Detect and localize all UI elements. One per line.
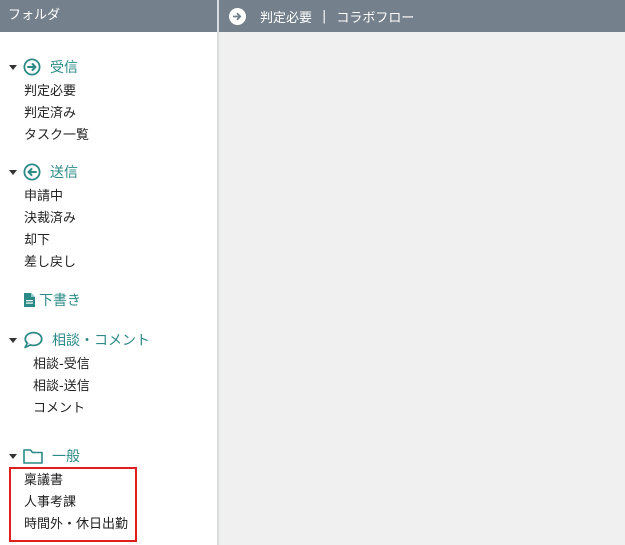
highlight-box [9, 467, 137, 542]
section-inbox-label: 受信 [50, 60, 78, 76]
section-consult-header[interactable]: 相談・コメント [0, 330, 150, 350]
sidebar-title: フォルダ [8, 8, 61, 23]
sidebar-item-inbox-judged[interactable]: 判定済み [24, 103, 89, 125]
arrow-circle-left-icon [23, 163, 41, 181]
sidebar-item-sent-approved[interactable]: 決裁済み [24, 208, 78, 230]
section-sent-header[interactable]: 送信 [0, 162, 78, 182]
caret-down-icon[interactable] [9, 337, 17, 343]
sidebar-item-inbox-tasks[interactable]: タスク一覧 [24, 125, 89, 147]
sidebar-item-comments[interactable]: コメント [33, 398, 150, 420]
sidebar-item-draft-label: 下書き [39, 293, 81, 309]
section-sent-label: 送信 [50, 165, 78, 181]
arrow-right-icon [229, 7, 246, 25]
section-general-header[interactable]: 一般 [0, 446, 128, 466]
sidebar-item-sent-rejected[interactable]: 却下 [24, 230, 78, 252]
caret-down-icon[interactable] [9, 64, 17, 70]
main-content-area [219, 32, 625, 545]
sidebar-item-consult-sent[interactable]: 相談-送信 [33, 376, 150, 398]
section-consult: 相談・コメント 相談-受信 相談-送信 コメント [0, 330, 150, 420]
main-header-separator: | [322, 8, 327, 24]
section-inbox-header[interactable]: 受信 [0, 57, 89, 77]
sidebar-header: フォルダ [0, 0, 217, 32]
section-sent: 送信 申請中 決裁済み 却下 差し戻し [0, 162, 78, 274]
sidebar-item-consult-received[interactable]: 相談-受信 [33, 354, 150, 376]
main-header-title: 判定必要 [260, 10, 313, 26]
section-general-label: 一般 [52, 449, 80, 465]
arrow-circle-right-icon [23, 58, 41, 76]
sidebar-item-inbox-pending[interactable]: 判定必要 [24, 81, 89, 103]
section-inbox: 受信 判定必要 判定済み タスク一覧 [0, 57, 89, 147]
sidebar-item-draft[interactable]: 下書き [24, 290, 81, 310]
sidebar-item-sent-returned[interactable]: 差し戻し [24, 252, 78, 274]
main-header: 判定必要 | コラボフロー [219, 0, 625, 32]
caret-down-icon[interactable] [9, 453, 17, 459]
main-header-app-name: コラボフロー [336, 10, 415, 26]
speech-bubble-icon [23, 331, 43, 349]
section-consult-label: 相談・コメント [52, 333, 150, 349]
folder-icon [23, 448, 43, 464]
caret-down-icon[interactable] [9, 169, 17, 175]
document-icon [24, 293, 35, 307]
sidebar-item-sent-applying[interactable]: 申請中 [24, 186, 78, 208]
